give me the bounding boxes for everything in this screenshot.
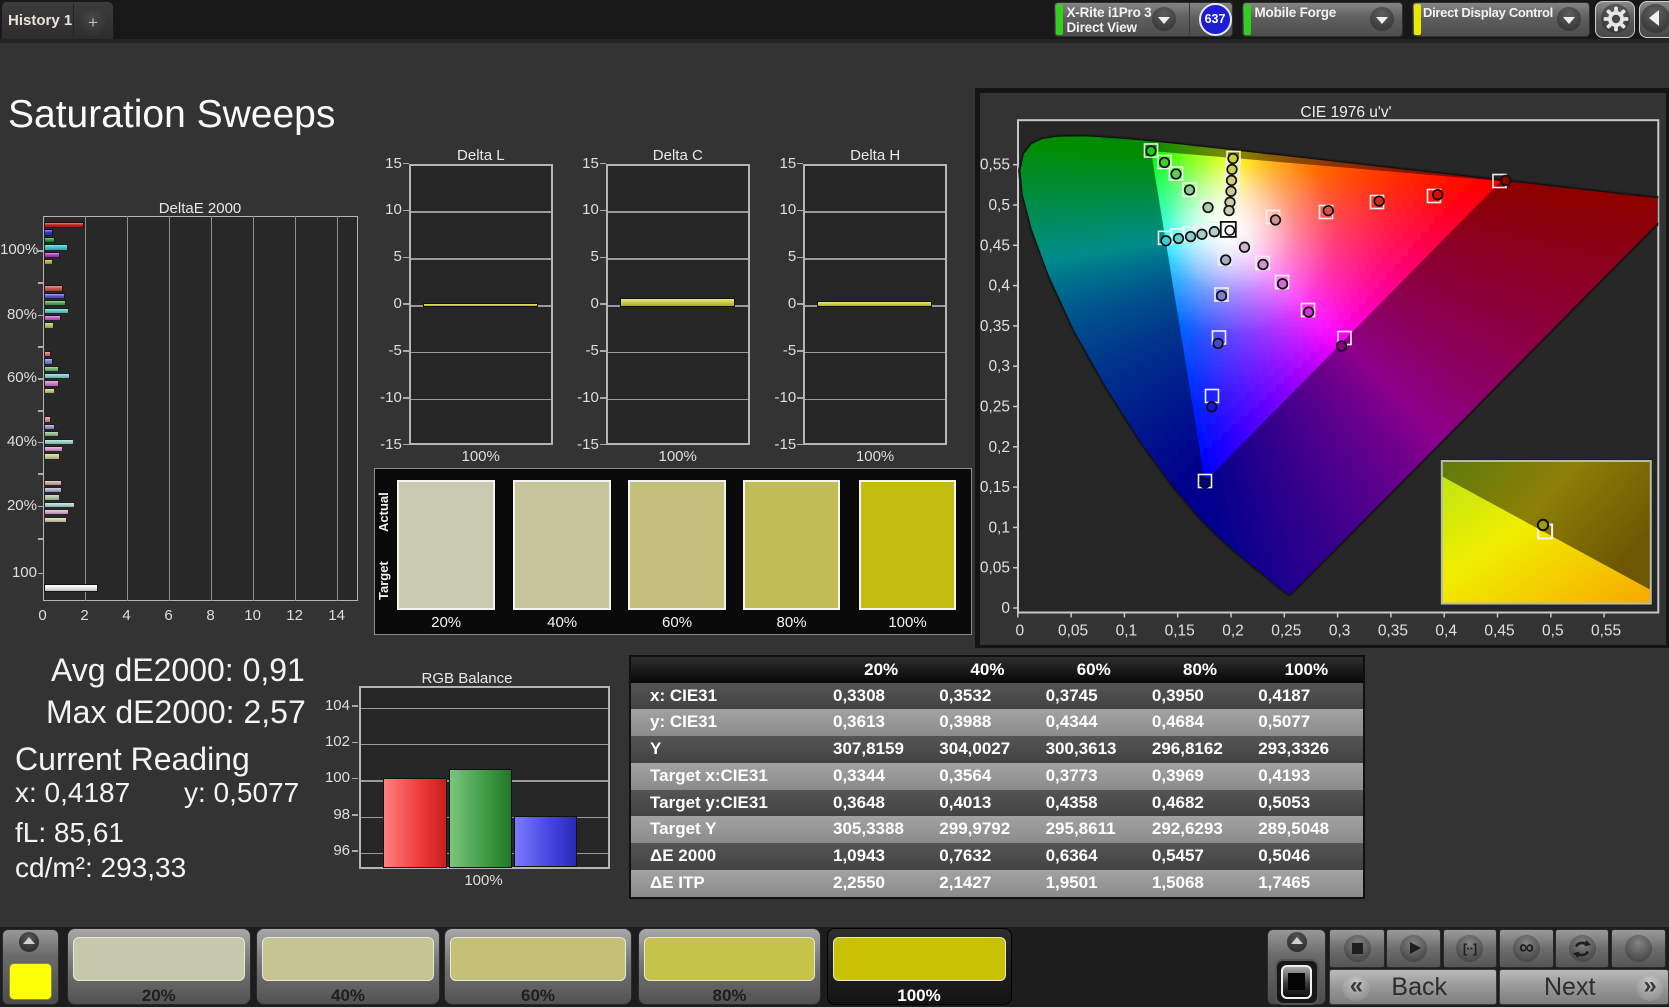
svg-text:CIE 1976 u'v': CIE 1976 u'v'	[1300, 104, 1391, 121]
svg-text:0,15: 0,15	[980, 479, 1010, 496]
svg-text:0,1: 0,1	[988, 519, 1010, 536]
svg-text:0,3: 0,3	[1329, 623, 1351, 640]
svg-text:0,5: 0,5	[1542, 623, 1564, 640]
svg-text:0,2: 0,2	[1222, 623, 1244, 640]
svg-text:0,45: 0,45	[1484, 623, 1514, 640]
svg-text:0,25: 0,25	[1271, 623, 1301, 640]
svg-text:0,45: 0,45	[980, 237, 1010, 254]
svg-text:0,5: 0,5	[988, 197, 1010, 214]
svg-text:0,05: 0,05	[980, 560, 1010, 577]
svg-text:0,2: 0,2	[988, 439, 1010, 456]
svg-text:0,55: 0,55	[980, 157, 1010, 174]
svg-text:0,4: 0,4	[1435, 623, 1457, 640]
svg-text:0,35: 0,35	[980, 318, 1010, 335]
svg-text:0: 0	[1015, 623, 1024, 640]
svg-text:0,4: 0,4	[988, 278, 1010, 295]
svg-text:0: 0	[1001, 600, 1010, 617]
svg-text:0,3: 0,3	[988, 358, 1010, 375]
svg-text:0,55: 0,55	[1591, 623, 1621, 640]
svg-text:0,25: 0,25	[980, 399, 1010, 416]
svg-text:0,05: 0,05	[1058, 623, 1088, 640]
svg-text:0,15: 0,15	[1165, 623, 1195, 640]
svg-text:0,1: 0,1	[1116, 623, 1138, 640]
svg-text:0,35: 0,35	[1378, 623, 1408, 640]
